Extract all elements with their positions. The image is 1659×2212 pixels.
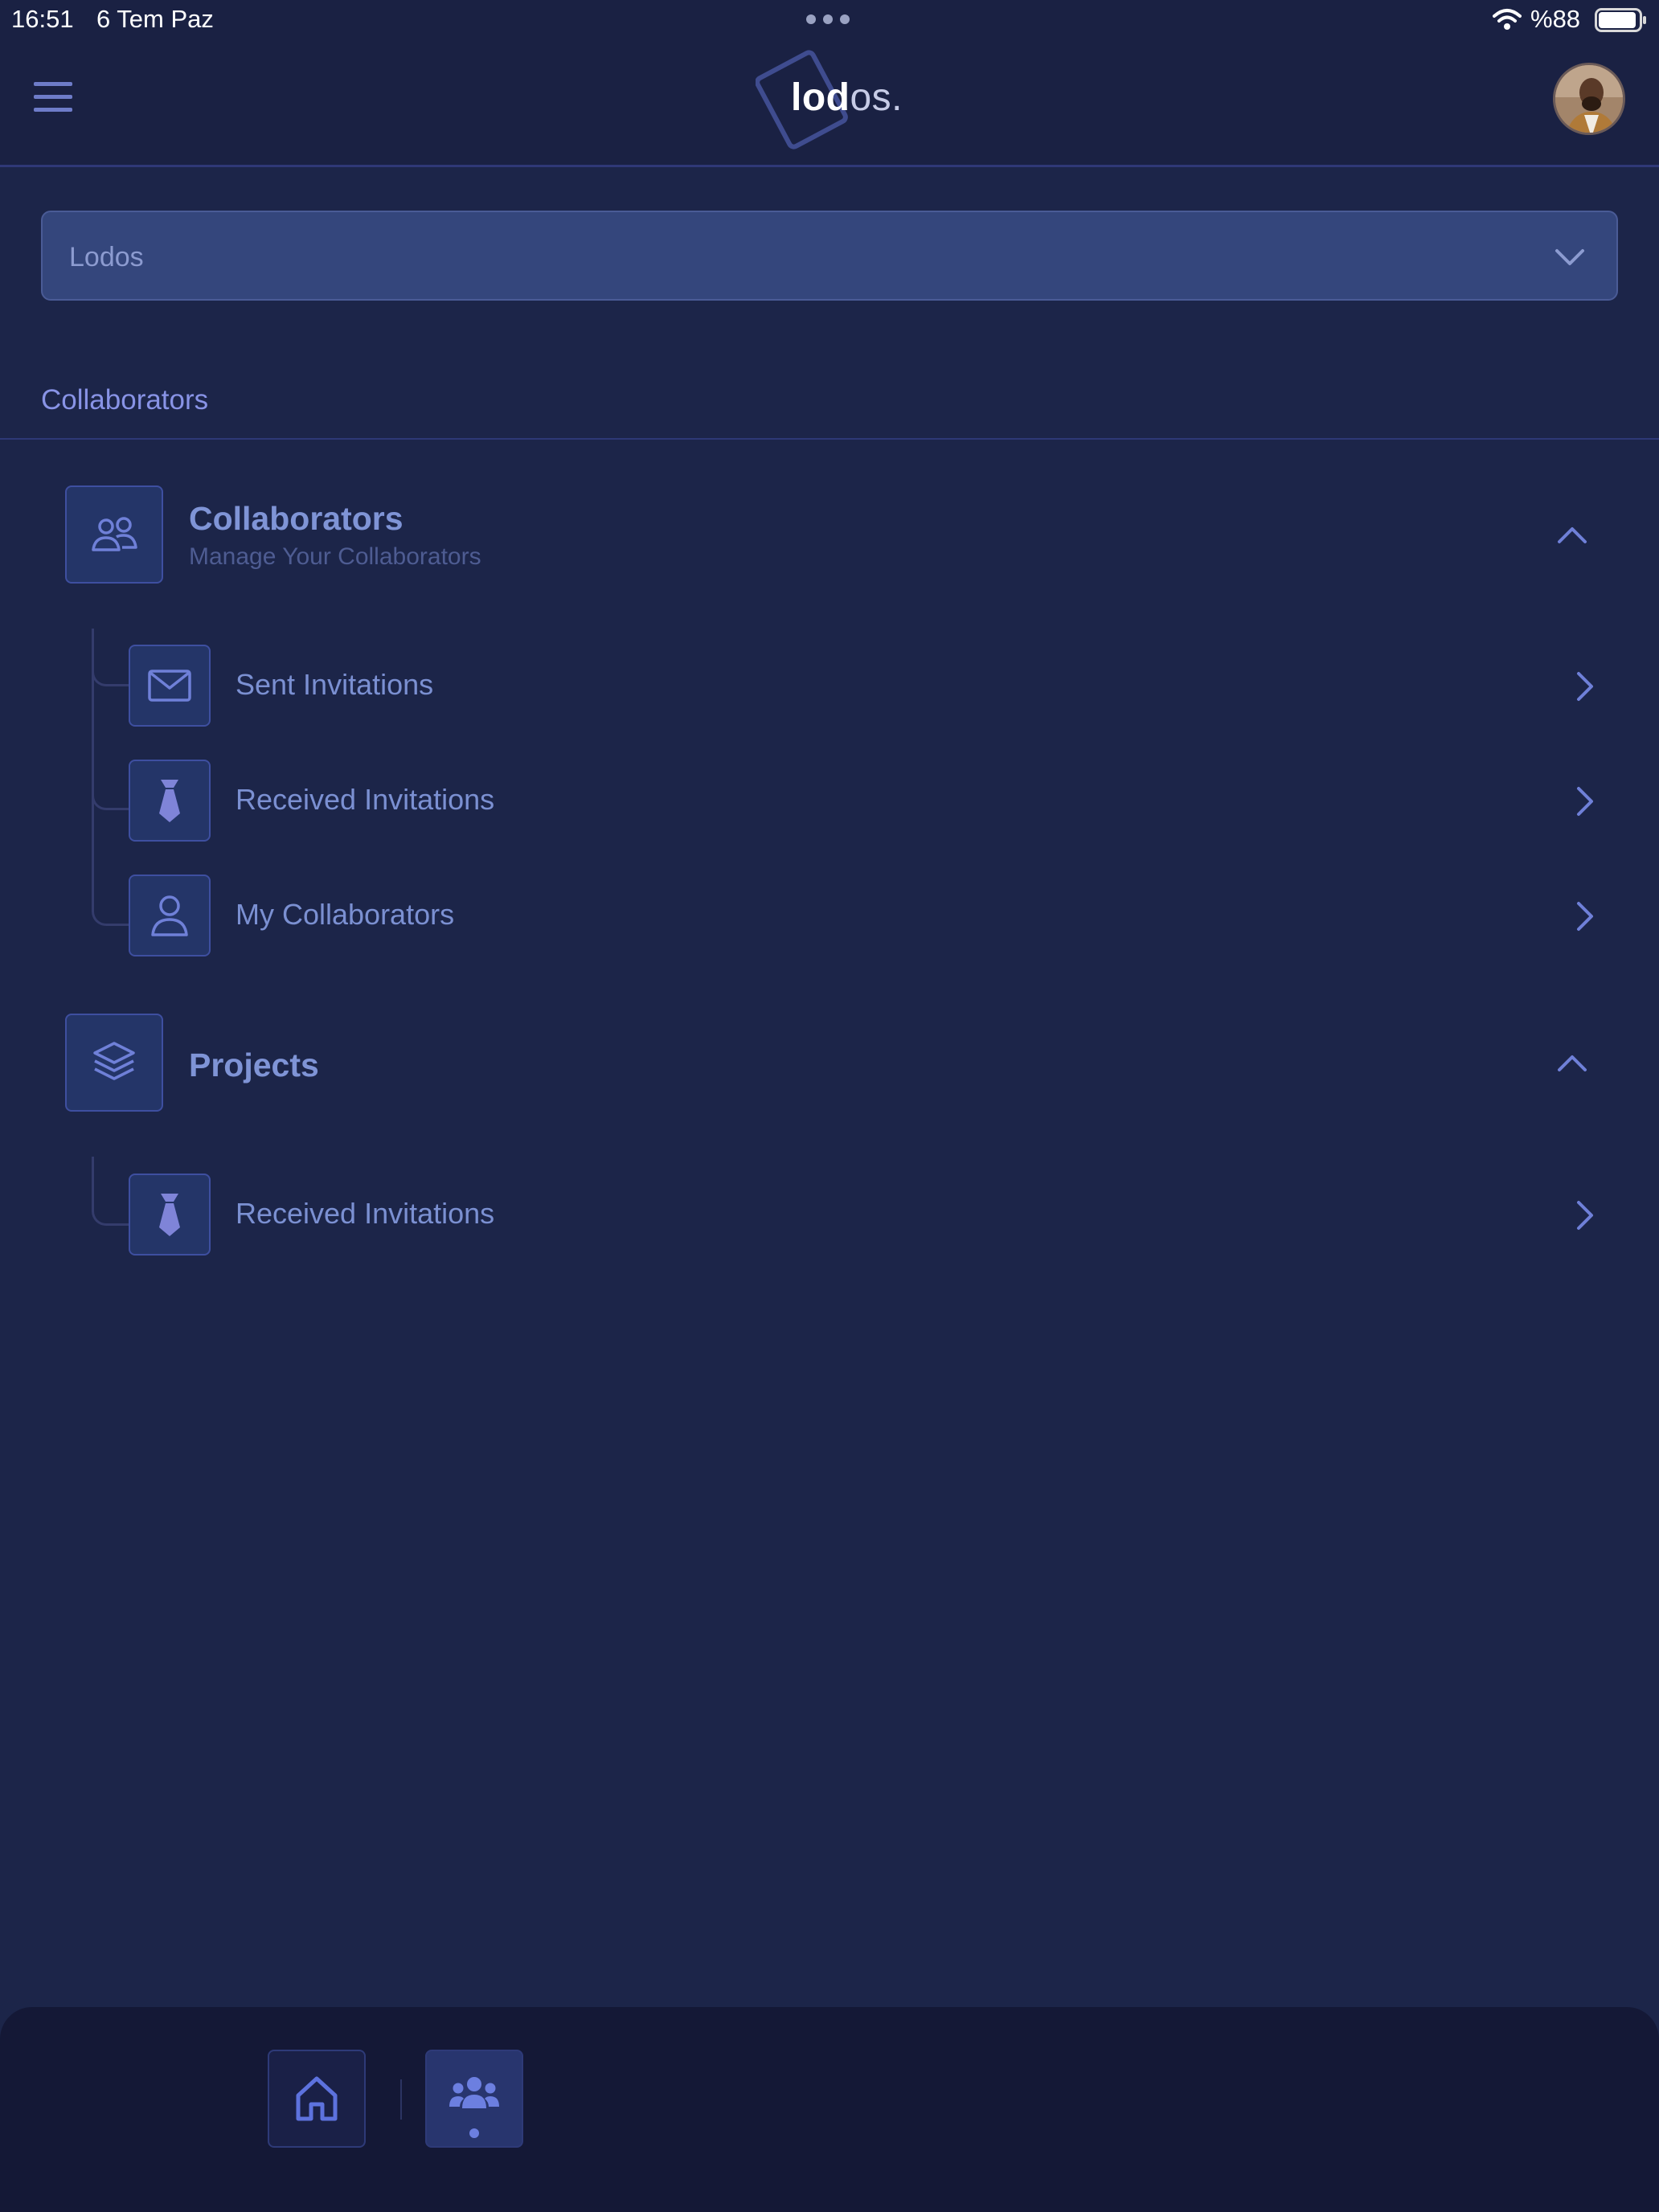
app-logo[interactable]: lodos. <box>756 45 916 150</box>
users-icon <box>92 517 137 551</box>
envelope-icon <box>148 670 191 702</box>
hamburger-icon-bar <box>34 95 72 99</box>
sent-invitations-icon-box <box>129 645 211 727</box>
chevron-up-icon <box>1558 1055 1587 1071</box>
collaborators-group-title: Collaborators <box>189 500 403 537</box>
app-header: lodos. <box>0 40 1659 167</box>
tree-connector <box>92 1157 129 1226</box>
battery-percentage: %88 <box>1530 5 1581 33</box>
chevron-right-icon <box>1563 894 1608 939</box>
received-invitations-item[interactable]: Received Invitations <box>129 760 1608 843</box>
received-invitations-label: Received Invitations <box>236 783 495 816</box>
tree-connector <box>92 629 129 926</box>
battery-icon <box>1595 8 1646 32</box>
collaborators-group-icon-box <box>65 485 163 584</box>
status-bar: 16:51 6 Tem Paz %88 <box>0 0 1659 40</box>
collaborators-collapse-button[interactable] <box>1548 511 1596 559</box>
nav-divider <box>400 2079 402 2120</box>
received-invitations-icon-box <box>129 760 211 842</box>
home-nav-button[interactable] <box>268 2050 366 2148</box>
tie-icon <box>159 780 180 822</box>
project-received-invitations-icon-box <box>129 1174 211 1256</box>
status-date: 6 Tem Paz <box>96 5 214 33</box>
project-received-invitations-label: Received Invitations <box>236 1197 495 1230</box>
my-collaborators-icon-box <box>129 875 211 956</box>
layers-icon <box>93 1042 135 1080</box>
section-divider <box>0 438 1659 440</box>
active-indicator <box>469 2128 479 2138</box>
chevron-down-icon <box>1555 249 1584 265</box>
page: 16:51 6 Tem Paz %88 lodos. Lodos Collabo… <box>0 0 1659 2212</box>
menu-button[interactable] <box>34 82 80 116</box>
workspace-select-value: Lodos <box>69 242 144 272</box>
user-icon <box>151 895 188 936</box>
project-received-invitations-item[interactable]: Received Invitations <box>129 1174 1608 1257</box>
projects-group-icon-box <box>65 1014 163 1112</box>
chevron-up-icon <box>1558 527 1587 543</box>
logo-wordmark: lodos. <box>791 76 903 119</box>
avatar-photo <box>1555 65 1623 133</box>
home-icon <box>296 2076 338 2121</box>
bottom-navigation <box>0 2007 1659 2212</box>
sent-invitations-label: Sent Invitations <box>236 668 434 701</box>
my-collaborators-label: My Collaborators <box>236 898 455 931</box>
hamburger-icon-bar <box>34 108 72 112</box>
multitasking-dots-icon[interactable] <box>806 14 850 24</box>
chevron-right-icon <box>1563 779 1608 824</box>
hamburger-icon-bar <box>34 82 72 86</box>
status-time: 16:51 <box>11 5 74 33</box>
workspace-select[interactable]: Lodos <box>41 211 1618 301</box>
projects-collapse-button[interactable] <box>1548 1039 1596 1088</box>
projects-group-title: Projects <box>189 1047 319 1083</box>
team-icon <box>449 2077 499 2108</box>
team-nav-button[interactable] <box>425 2050 523 2148</box>
chevron-right-icon <box>1563 1193 1608 1238</box>
wifi-icon <box>1493 9 1522 30</box>
section-title: Collaborators <box>41 384 209 416</box>
sent-invitations-item[interactable]: Sent Invitations <box>129 645 1608 728</box>
collaborators-group-subtitle: Manage Your Collaborators <box>189 543 481 570</box>
my-collaborators-item[interactable]: My Collaborators <box>129 875 1608 958</box>
tie-icon <box>159 1194 180 1236</box>
avatar[interactable] <box>1553 63 1625 135</box>
chevron-right-icon <box>1563 664 1608 709</box>
